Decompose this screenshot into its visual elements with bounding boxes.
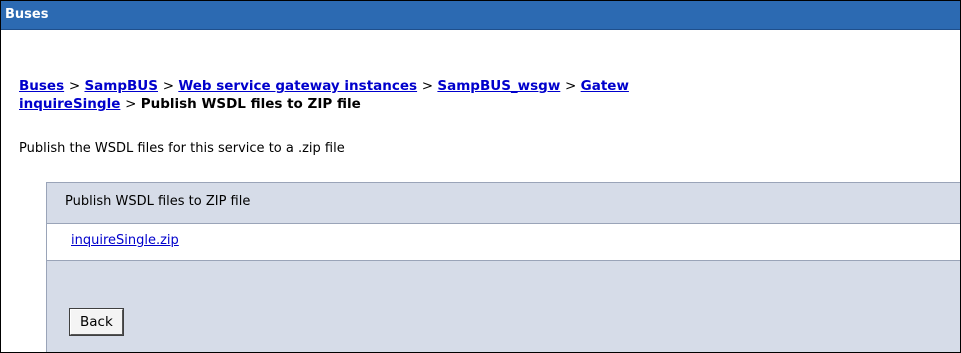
panel-header-title: Publish WSDL files to ZIP file <box>65 194 251 209</box>
breadcrumb-separator: > <box>68 78 85 94</box>
panel-header: Publish WSDL files to ZIP file <box>47 183 960 224</box>
breadcrumb-separator: > <box>125 96 141 112</box>
page-frame: Buses Buses > SampBUS > Web service gate… <box>0 0 961 353</box>
zip-file-link[interactable]: inquireSingle.zip <box>71 233 179 248</box>
breadcrumb-separator: > <box>421 78 438 94</box>
breadcrumb-separator: > <box>162 78 179 94</box>
breadcrumb-link-sampbus-wsgw[interactable]: SampBUS_wsgw <box>437 78 560 94</box>
breadcrumb-link-web-service-gateway-instances[interactable]: Web service gateway instances <box>178 78 417 94</box>
page-title: Buses <box>5 7 49 22</box>
breadcrumb-link-sampbus[interactable]: SampBUS <box>84 78 158 94</box>
back-button[interactable]: Back <box>69 308 124 336</box>
breadcrumb-link-inquiresingle[interactable]: inquireSingle <box>19 96 120 112</box>
publish-panel: Publish WSDL files to ZIP file inquireSi… <box>46 182 960 352</box>
breadcrumb-current-page: Publish WSDL files to ZIP file <box>140 96 361 112</box>
page-description: Publish the WSDL files for this service … <box>19 141 345 156</box>
breadcrumb-link-gateway[interactable]: Gatew <box>581 78 629 94</box>
breadcrumb-link-buses[interactable]: Buses <box>19 78 64 94</box>
breadcrumb-separator: > <box>565 78 581 94</box>
breadcrumb: Buses > SampBUS > Web service gateway in… <box>19 76 960 112</box>
file-row: inquireSingle.zip <box>47 224 960 261</box>
title-bar: Buses <box>1 1 960 30</box>
